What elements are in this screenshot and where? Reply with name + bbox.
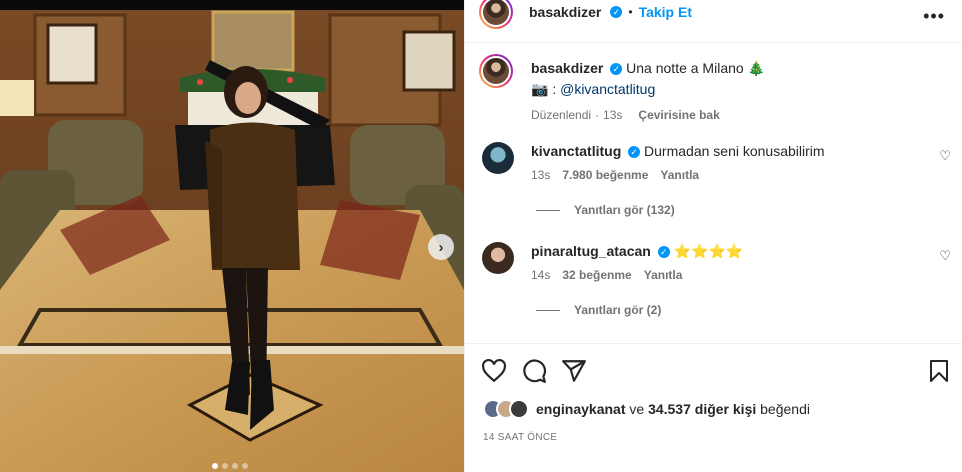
commenter-username[interactable]: pinaraltug_atacan [531, 243, 651, 259]
author-username[interactable]: basakdizer [529, 4, 601, 20]
post-timestamp[interactable]: 14 SAAT ÖNCE [483, 432, 557, 443]
caption-username[interactable]: basakdizer [531, 60, 603, 76]
comment-likes[interactable]: 7.980 beğenme [562, 168, 648, 182]
comment-heart-icon[interactable]: ♡ [939, 248, 951, 264]
reply-button[interactable]: Yanıtla [660, 168, 699, 182]
author-avatar[interactable] [479, 0, 513, 29]
comment-time: 13s [531, 168, 551, 182]
caption-mention[interactable]: @kivanctatlitug [560, 81, 655, 97]
replies-line [536, 309, 560, 311]
commenter-avatar[interactable] [482, 242, 514, 274]
liker-avatar [509, 399, 529, 419]
carousel-dot [242, 463, 248, 469]
likes-count[interactable]: 34.537 diğer kişi [648, 401, 756, 417]
post-photo[interactable]: › [0, 0, 464, 472]
verified-icon: ✓ [610, 63, 623, 76]
photo-illustration [0, 0, 464, 472]
follow-button[interactable]: Takip Et [639, 4, 692, 20]
separator-dot: · [595, 108, 600, 122]
carousel-dot [222, 463, 228, 469]
view-replies[interactable]: Yanıtları gör (2) [536, 303, 661, 317]
heart-icon[interactable] [481, 358, 507, 384]
post-actions: enginaykanat ve 34.537 diğer kişi beğend… [465, 343, 962, 463]
verified-icon: ✓ [610, 6, 623, 18]
comment-likes[interactable]: 32 beğenme [562, 268, 631, 282]
more-icon[interactable]: ••• [923, 6, 945, 27]
comment-text: Durmadan seni konusabilirim [644, 143, 825, 159]
view-replies-label[interactable]: Yanıtları gör (2) [574, 303, 661, 317]
post-details-panel: basakdizer ✓ • Takip Et ••• basakdizer ✓… [464, 0, 962, 472]
carousel-dots [212, 463, 248, 469]
carousel-dot [212, 463, 218, 469]
camera-credit: 📷 : [531, 81, 561, 97]
likes-connector: ve [625, 401, 649, 417]
view-replies-label[interactable]: Yanıtları gör (132) [574, 203, 675, 217]
author-avatar[interactable] [479, 54, 513, 88]
liker-username[interactable]: enginaykanat [536, 401, 625, 417]
carousel-dot [232, 463, 238, 469]
caption-time: 13s [603, 108, 623, 122]
commenter-username[interactable]: kivanctatlitug [531, 143, 621, 159]
verified-icon: ✓ [628, 146, 641, 159]
verified-icon: ✓ [657, 246, 670, 259]
next-arrow-icon: › [438, 238, 444, 256]
comment-heart-icon[interactable]: ♡ [939, 148, 951, 164]
separator-dot: • [628, 5, 633, 19]
translate-link[interactable]: Çevirisine bak [638, 108, 719, 122]
commenter-avatar[interactable] [482, 142, 514, 174]
view-replies[interactable]: Yanıtları gör (132) [536, 203, 675, 217]
bookmark-icon[interactable] [927, 358, 951, 384]
replies-line [536, 209, 560, 211]
next-photo-button[interactable]: › [428, 234, 454, 260]
likes-summary: enginaykanat ve 34.537 diğer kişi beğend… [483, 399, 810, 419]
reply-button[interactable]: Yanıtla [644, 268, 683, 282]
comment-icon[interactable] [521, 358, 547, 384]
caption-text: Una notte a Milano 🎄 [626, 60, 765, 76]
edited-label: Düzenlendi [531, 108, 592, 122]
comment-text: ⭐⭐⭐⭐ [673, 243, 744, 259]
post-header: basakdizer ✓ • Takip Et ••• [465, 0, 962, 43]
likes-suffix: beğendi [756, 401, 810, 417]
share-icon[interactable] [561, 358, 587, 384]
comment-time: 14s [531, 268, 551, 282]
